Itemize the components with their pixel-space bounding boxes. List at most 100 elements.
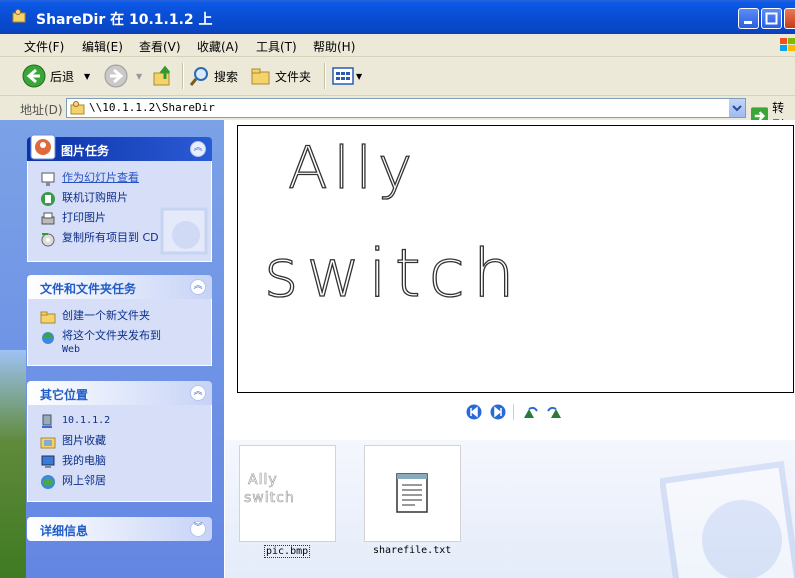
collapse-chevron-icon[interactable]: ︽ bbox=[190, 385, 206, 401]
place-host[interactable]: 10.1.1.2 bbox=[40, 414, 110, 430]
picture-tasks-icon bbox=[30, 134, 56, 160]
menu-edit[interactable]: 编辑(E) bbox=[82, 38, 123, 55]
menu-favorites[interactable]: 收藏(A) bbox=[197, 38, 239, 55]
search-label: 搜索 bbox=[214, 69, 239, 84]
preview-pane: Ally switch bbox=[225, 120, 795, 440]
menu-tools[interactable]: 工具(T) bbox=[256, 38, 297, 55]
search-button[interactable]: 搜索 bbox=[190, 63, 238, 89]
folders-button[interactable]: 文件夹 bbox=[251, 63, 311, 89]
forward-arrow-icon bbox=[104, 64, 128, 88]
minimize-button[interactable] bbox=[738, 8, 759, 29]
publish-web-label-2: Web bbox=[62, 344, 81, 355]
network-places-icon bbox=[41, 475, 55, 489]
task-new-folder[interactable]: 创建一个新文件夹 bbox=[40, 309, 150, 325]
address-value: \\10.1.1.2\ShareDir bbox=[89, 101, 215, 114]
folders-label: 文件夹 bbox=[275, 69, 312, 84]
address-input[interactable]: \\10.1.1.2\ShareDir bbox=[66, 98, 746, 118]
thumbnail-pic-bmp[interactable]: Ally switch bbox=[239, 445, 336, 542]
slideshow-icon bbox=[41, 172, 55, 186]
task-publish-web[interactable]: 将这个文件夹发布到 Web bbox=[40, 329, 161, 356]
menu-view[interactable]: 查看(V) bbox=[139, 38, 181, 55]
file-label-sharefile-txt[interactable]: sharefile.txt bbox=[373, 545, 451, 556]
picture-tasks-title: 图片任务 bbox=[61, 144, 110, 158]
file-label-pic-bmp[interactable]: pic.bmp bbox=[264, 545, 311, 558]
minimize-icon bbox=[744, 21, 752, 24]
next-image-icon[interactable] bbox=[490, 404, 506, 420]
collapse-chevron-icon[interactable]: ︽ bbox=[190, 141, 206, 157]
pictures-watermark-icon bbox=[660, 460, 795, 578]
search-icon bbox=[190, 67, 208, 86]
folders-icon bbox=[251, 68, 270, 85]
my-computer-icon bbox=[41, 455, 55, 468]
address-label: 地址(D) bbox=[20, 103, 63, 117]
maximize-button[interactable] bbox=[761, 8, 782, 29]
place-network[interactable]: 网上邻居 bbox=[40, 474, 106, 490]
task-panel: 图片任务 ︽ 作为幻灯片查看 联机订购照片 打印图片 复制所有项目到 CD 文件… bbox=[0, 120, 224, 578]
menu-file[interactable]: 文件(F) bbox=[24, 38, 64, 55]
my-pictures-icon bbox=[40, 437, 56, 449]
address-bar: 地址(D) \\10.1.1.2\ShareDir 转到 bbox=[0, 96, 795, 132]
file-tasks-title: 文件和文件夹任务 bbox=[40, 282, 137, 296]
text-file-icon bbox=[396, 473, 428, 513]
forward-dropdown-icon: ▼ bbox=[136, 71, 143, 81]
window-title: ShareDir 在 10.1.1.2 上 bbox=[36, 12, 213, 28]
cd-copy-icon bbox=[41, 233, 55, 247]
details-title: 详细信息 bbox=[40, 524, 89, 538]
up-folder-button[interactable] bbox=[153, 63, 173, 89]
details-header[interactable]: 详细信息 ︾ bbox=[27, 517, 212, 541]
thumb-handwriting-line-1: Ally bbox=[248, 472, 278, 488]
views-button[interactable]: ▼ bbox=[332, 63, 362, 89]
views-icon bbox=[332, 67, 354, 85]
task-print[interactable]: 打印图片 bbox=[40, 211, 106, 227]
task-order-prints[interactable]: 联机订购照片 bbox=[40, 191, 128, 207]
windows-logo-icon bbox=[780, 38, 795, 51]
place-my-pictures[interactable]: 图片收藏 bbox=[40, 434, 106, 450]
other-places-header[interactable]: 其它位置 ︽ bbox=[27, 381, 212, 405]
back-label: 后退 bbox=[50, 69, 75, 84]
printer-icon bbox=[41, 212, 55, 225]
menu-help[interactable]: 帮助(H) bbox=[313, 38, 355, 55]
chevron-down-icon bbox=[732, 105, 742, 112]
menu-bar: 文件(F) 编辑(E) 查看(V) 收藏(A) 工具(T) 帮助(H) bbox=[0, 34, 795, 57]
expand-chevron-icon[interactable]: ︾ bbox=[190, 521, 206, 537]
forward-button[interactable]: ▼ bbox=[104, 63, 142, 89]
order-prints-icon bbox=[41, 192, 55, 206]
new-folder-icon bbox=[40, 311, 56, 324]
details-panel: 详细信息 ︾ bbox=[27, 517, 212, 541]
file-tasks-panel: 文件和文件夹任务 ︽ 创建一个新文件夹 将这个文件夹发布到 Web bbox=[27, 275, 212, 366]
task-slideshow[interactable]: 作为幻灯片查看 bbox=[40, 171, 139, 187]
back-dropdown-icon[interactable]: ▼ bbox=[84, 72, 90, 81]
preview-handwriting-line-1: Ally bbox=[288, 134, 418, 202]
folder-share-icon bbox=[12, 9, 26, 23]
title-bar: ShareDir 在 10.1.1.2 上 bbox=[0, 0, 795, 34]
place-my-computer[interactable]: 我的电脑 bbox=[40, 454, 106, 470]
network-folder-icon bbox=[70, 101, 85, 115]
up-folder-icon bbox=[153, 65, 171, 86]
previous-image-icon[interactable] bbox=[466, 404, 482, 420]
rotate-clockwise-icon[interactable] bbox=[523, 404, 539, 420]
other-places-panel: 其它位置 ︽ 10.1.1.2 图片收藏 我的电脑 网上邻居 bbox=[27, 381, 212, 502]
preview-handwriting-line-2: switch bbox=[264, 235, 523, 312]
file-tasks-header[interactable]: 文件和文件夹任务 ︽ bbox=[27, 275, 212, 299]
maximize-icon bbox=[765, 12, 778, 25]
rotate-counterclockwise-icon[interactable] bbox=[546, 404, 562, 420]
back-button[interactable]: 后退 ▼ bbox=[22, 63, 90, 89]
image-preview[interactable]: Ally switch bbox=[237, 125, 794, 393]
picture-tasks-panel: 图片任务 ︽ 作为幻灯片查看 联机订购照片 打印图片 复制所有项目到 CD bbox=[27, 134, 212, 262]
views-dropdown-icon: ▼ bbox=[356, 71, 363, 81]
picture-tasks-header[interactable]: 图片任务 ︽ bbox=[27, 134, 212, 161]
other-places-title: 其它位置 bbox=[40, 388, 89, 402]
task-copy-to-cd[interactable]: 复制所有项目到 CD bbox=[40, 231, 159, 247]
publish-web-icon bbox=[42, 332, 54, 344]
pic-bmp-preview: Ally switch bbox=[244, 472, 295, 507]
publish-web-label: 将这个文件夹发布到 bbox=[62, 329, 161, 342]
toolbar: 后退 ▼ ▼ 搜索 文件夹 ▼ bbox=[0, 57, 795, 96]
thumbnail-sharefile-txt[interactable] bbox=[364, 445, 461, 542]
thumb-handwriting-line-2: switch bbox=[244, 490, 295, 506]
address-dropdown-button[interactable] bbox=[729, 99, 745, 117]
network-computer-icon bbox=[42, 414, 52, 428]
collapse-chevron-icon[interactable]: ︽ bbox=[190, 279, 206, 295]
handwriting-image: Ally switch bbox=[263, 133, 523, 312]
back-arrow-icon bbox=[22, 64, 46, 88]
close-button[interactable] bbox=[784, 8, 795, 29]
